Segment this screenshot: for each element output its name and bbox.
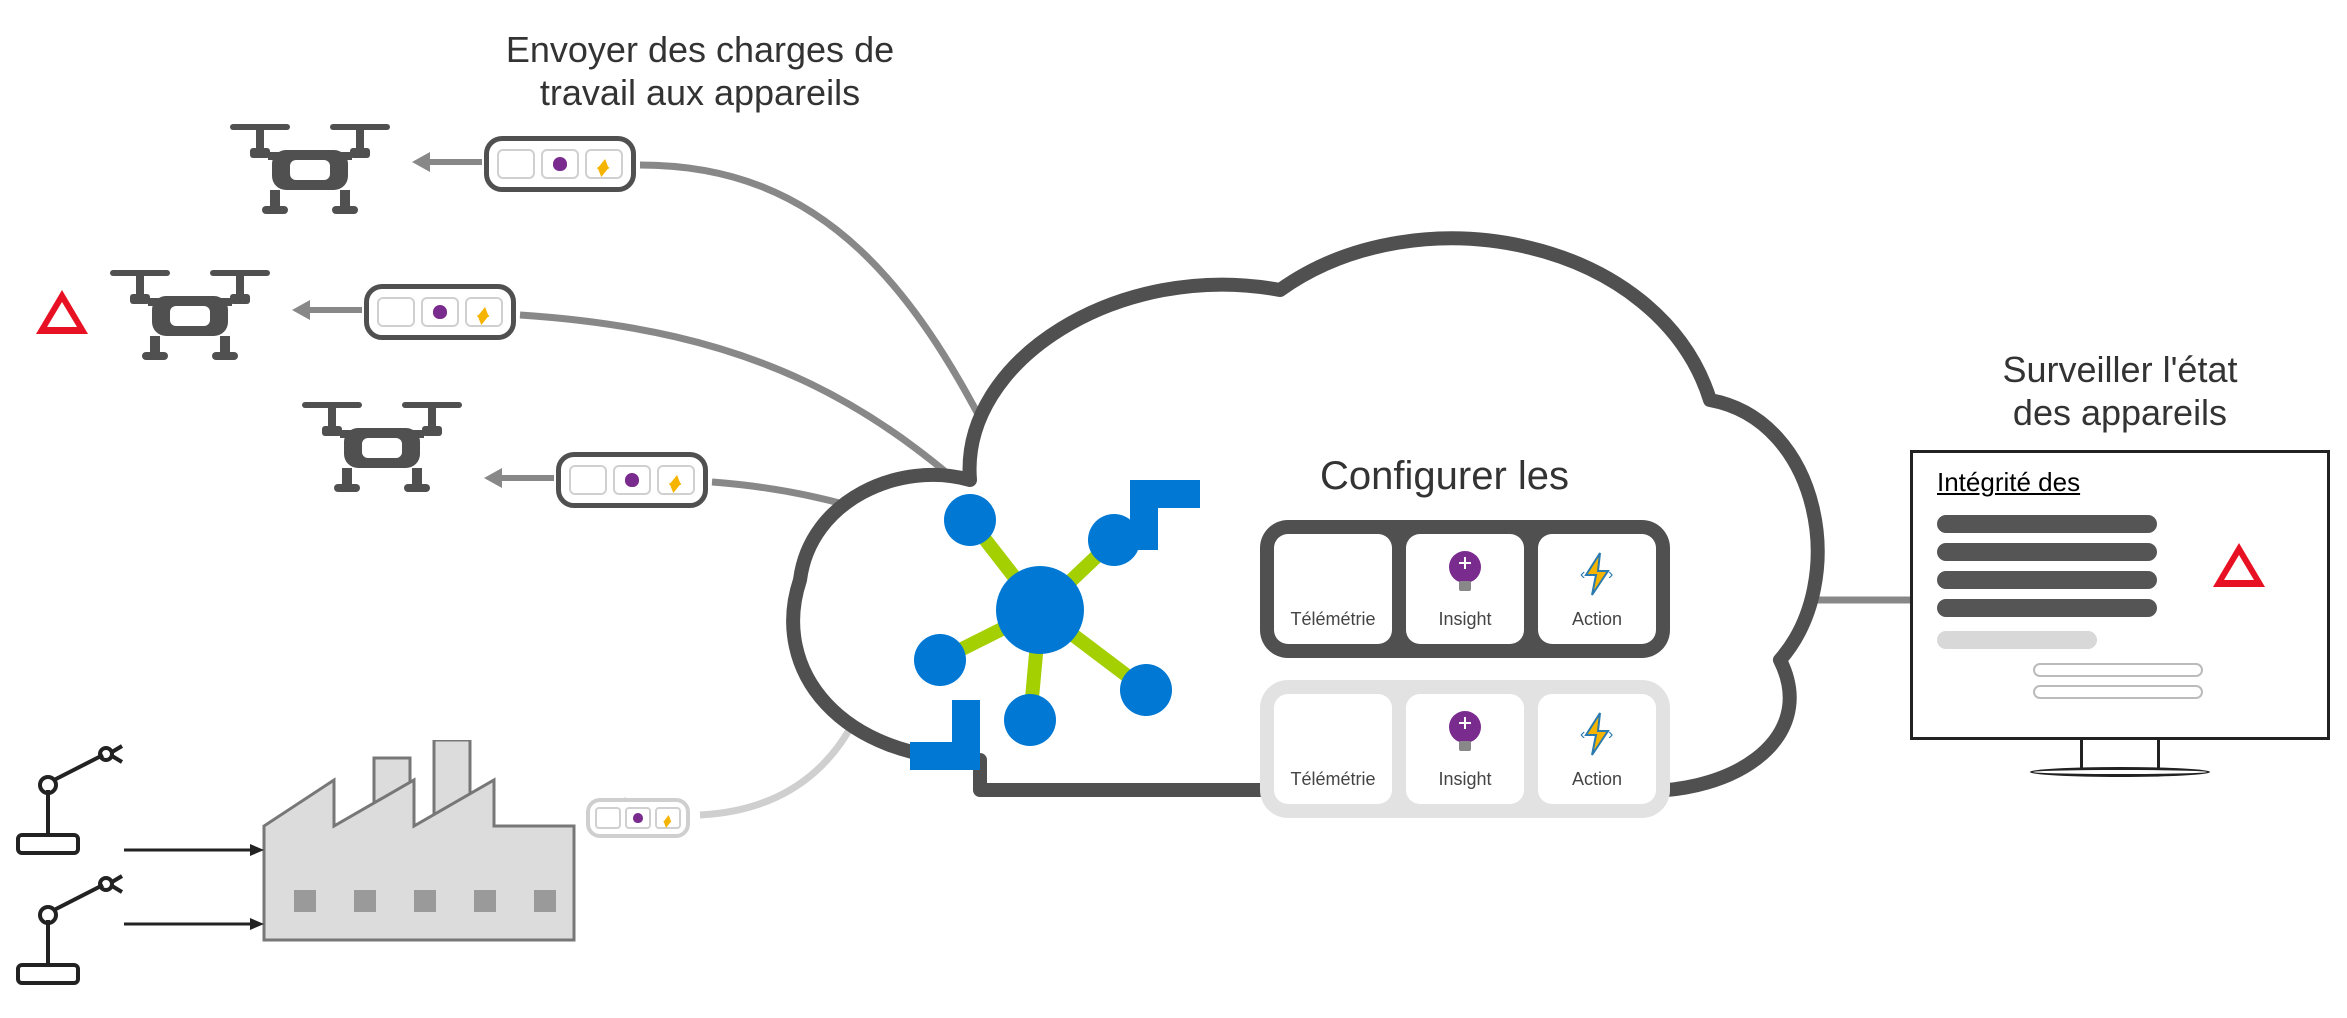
insight-card: Insight xyxy=(1406,694,1524,804)
workload-module xyxy=(484,136,636,192)
bolt-icon: ‹ › xyxy=(1576,549,1618,599)
action-label: Action xyxy=(1572,609,1622,630)
action-card: ‹ › Action xyxy=(1538,694,1656,804)
health-bar xyxy=(1937,515,2157,533)
telemetry-card: Télémétrie xyxy=(1274,534,1392,644)
telemetry-label: Télémétrie xyxy=(1290,609,1375,630)
iot-hub-icon xyxy=(870,440,1210,780)
action-module-icon xyxy=(465,297,503,327)
drone-icon xyxy=(282,390,482,500)
insight-label: Insight xyxy=(1438,769,1491,790)
health-bar xyxy=(1937,571,2157,589)
action-module-icon xyxy=(655,807,681,829)
health-bar xyxy=(1937,631,2097,649)
monitor-panel-title: Intégrité des xyxy=(1937,467,2080,498)
telemetry-module-icon xyxy=(569,465,607,495)
health-bar xyxy=(1937,599,2157,617)
telemetry-label: Télémétrie xyxy=(1290,769,1375,790)
workload-module xyxy=(556,452,708,508)
drone-icon xyxy=(90,258,290,368)
telemetry-card: Télémétrie xyxy=(1274,694,1392,804)
health-bar xyxy=(2033,663,2203,677)
workload-module xyxy=(586,798,690,838)
health-bar xyxy=(2033,685,2203,699)
workload-module xyxy=(364,284,516,340)
action-module-icon xyxy=(657,465,695,495)
arrow-icon xyxy=(412,150,482,174)
health-bar xyxy=(1937,543,2157,561)
bolt-icon: ‹ › xyxy=(1576,709,1618,759)
action-module-icon xyxy=(585,149,623,179)
telemetry-module-icon xyxy=(377,297,415,327)
arrow-icon xyxy=(124,916,264,932)
svg-text:›: › xyxy=(1608,566,1613,583)
insight-module-icon xyxy=(613,465,651,495)
telemetry-module-icon xyxy=(595,807,621,829)
config-panel-deployed: Télémétrie Insight ‹ › Action xyxy=(1260,520,1670,658)
drone-icon xyxy=(210,112,410,222)
monitor-icon: Intégrité des xyxy=(1910,450,2330,790)
arrow-icon xyxy=(124,842,264,858)
label-configure: Configurer les xyxy=(1320,452,1569,500)
lightbulb-icon xyxy=(1444,549,1486,599)
telemetry-module-icon xyxy=(497,149,535,179)
arrow-icon xyxy=(292,298,362,322)
svg-text:‹: ‹ xyxy=(1580,726,1585,743)
insight-module-icon xyxy=(421,297,459,327)
svg-text:‹: ‹ xyxy=(1580,566,1585,583)
insight-module-icon xyxy=(625,807,651,829)
insight-card: Insight xyxy=(1406,534,1524,644)
insight-label: Insight xyxy=(1438,609,1491,630)
config-panel-template: Télémétrie Insight ‹ › Action xyxy=(1260,680,1670,818)
warning-icon xyxy=(36,290,88,334)
robot-arm-icon xyxy=(8,870,128,990)
label-monitor-health: Surveiller l'état des appareils xyxy=(1940,348,2300,434)
robot-arm-icon xyxy=(8,740,128,860)
arrow-icon xyxy=(484,466,554,490)
insight-module-icon xyxy=(541,149,579,179)
action-label: Action xyxy=(1572,769,1622,790)
warning-icon xyxy=(2213,543,2265,587)
action-card: ‹ › Action xyxy=(1538,534,1656,644)
svg-text:›: › xyxy=(1608,726,1613,743)
label-send-workloads: Envoyer des charges de travail aux appar… xyxy=(480,28,920,114)
lightbulb-icon xyxy=(1444,709,1486,759)
factory-icon xyxy=(254,740,584,950)
